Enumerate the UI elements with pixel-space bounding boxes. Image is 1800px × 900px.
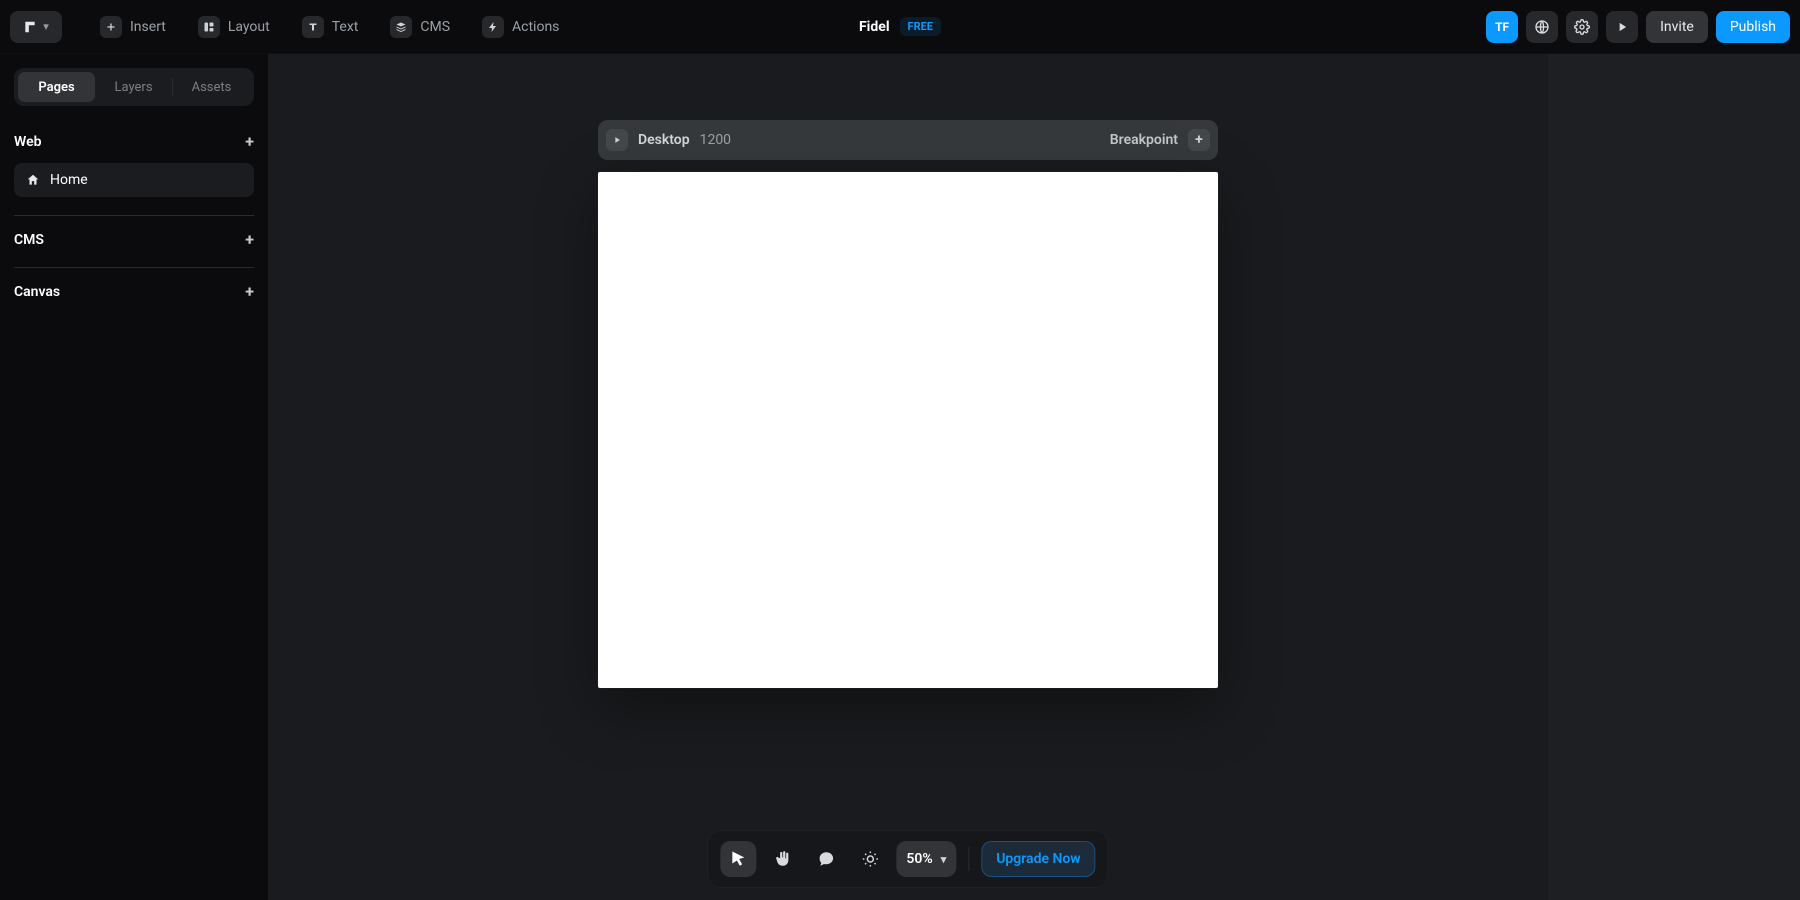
tab-pages-label: Pages [38,80,74,95]
chevron-down-icon: ▾ [43,20,49,33]
section-web-header: Web + [14,132,254,151]
section-canvas-title: Canvas [14,284,60,300]
topbar: ▾ Insert Layout Text CMS [0,0,1800,54]
tab-assets[interactable]: Assets [173,72,250,102]
globe-button[interactable] [1526,11,1558,43]
sidebar: Pages Layers Assets Web + Home [0,54,268,900]
cursor-icon [729,850,747,868]
breakpoint-width-value: 1200 [700,132,731,148]
breakpoint-bar: Desktop 1200 Breakpoint + [598,120,1218,160]
sidebar-section-canvas: Canvas + [14,267,254,301]
mini-play-icon [612,135,622,145]
breakpoint-bar-left: Desktop 1200 [606,129,731,151]
gear-icon [1574,19,1590,35]
invite-label: Invite [1660,19,1694,35]
publish-label: Publish [1730,19,1776,35]
publish-button[interactable]: Publish [1716,11,1790,43]
toolbar-divider [968,847,969,871]
mini-preview-button[interactable] [606,129,628,151]
hand-icon [773,850,791,868]
layout-button[interactable]: Layout [186,11,282,43]
topbar-right: TF Invite Publish [1486,11,1790,43]
plus-icon [100,16,122,38]
document-title: Fidel [859,19,890,35]
text-label: Text [332,19,359,35]
section-web-title: Web [14,134,42,150]
hand-tool[interactable] [764,841,800,877]
plan-badge: FREE [900,17,941,36]
canvas-area[interactable]: Desktop 1200 Breakpoint + [268,54,1548,900]
theme-toggle[interactable] [852,841,888,877]
upgrade-button[interactable]: Upgrade Now [981,841,1095,877]
bolt-icon [482,16,504,38]
section-cms-title: CMS [14,232,44,248]
play-icon [1615,20,1629,34]
add-canvas-button[interactable]: + [245,282,254,301]
insert-label: Insert [130,19,166,35]
content: Pages Layers Assets Web + Home [0,54,1800,900]
tab-layers-label: Layers [114,80,152,95]
chat-icon [817,850,835,868]
sidebar-section-cms: CMS + [14,215,254,249]
topbar-left: ▾ Insert Layout Text CMS [10,11,571,43]
breakpoint-device-label: Desktop [638,132,690,148]
tab-assets-label: Assets [192,80,232,95]
layout-label: Layout [228,19,270,35]
cms-button[interactable]: CMS [378,11,462,43]
breakpoint-bar-right: Breakpoint + [1110,129,1210,151]
select-tool[interactable] [720,841,756,877]
preview-button[interactable] [1606,11,1638,43]
app-logo-icon [23,20,37,34]
zoom-value: 50% [906,851,932,867]
actions-button[interactable]: Actions [470,11,571,43]
text-tool-button[interactable]: Text [290,11,371,43]
upgrade-label: Upgrade Now [996,851,1080,867]
sidebar-segmented: Pages Layers Assets [14,68,254,106]
section-cms-header: CMS + [14,230,254,249]
invite-button[interactable]: Invite [1646,11,1708,43]
user-avatar[interactable]: TF [1486,11,1518,43]
avatar-initials: TF [1495,20,1509,34]
right-inspector-panel [1548,54,1800,900]
add-breakpoint-button[interactable]: + [1188,129,1210,151]
globe-icon [1534,19,1550,35]
stack-icon [390,16,412,38]
layout-icon [198,16,220,38]
add-page-button[interactable]: + [245,132,254,151]
page-home-row[interactable]: Home [14,163,254,197]
home-icon [26,173,40,187]
zoom-dropdown[interactable]: 50% ▾ [896,841,956,877]
chevron-down-icon: ▾ [941,853,947,866]
comment-tool[interactable] [808,841,844,877]
tab-pages[interactable]: Pages [18,72,95,102]
app-menu-button[interactable]: ▾ [10,11,62,43]
sidebar-section-web: Web + Home [14,124,254,197]
insert-button[interactable]: Insert [88,11,178,43]
page-home-label: Home [50,172,88,188]
actions-label: Actions [512,19,559,35]
breakpoint-label: Breakpoint [1110,132,1178,148]
bottom-toolbar: 50% ▾ Upgrade Now [707,830,1108,888]
add-cms-button[interactable]: + [245,230,254,249]
text-icon [302,16,324,38]
section-canvas-header: Canvas + [14,282,254,301]
tab-layers[interactable]: Layers [95,72,172,102]
cms-label: CMS [420,19,450,35]
settings-button[interactable] [1566,11,1598,43]
sun-icon [861,850,879,868]
topbar-center: Fidel FREE [859,17,941,36]
artboard-desktop[interactable] [598,172,1218,688]
